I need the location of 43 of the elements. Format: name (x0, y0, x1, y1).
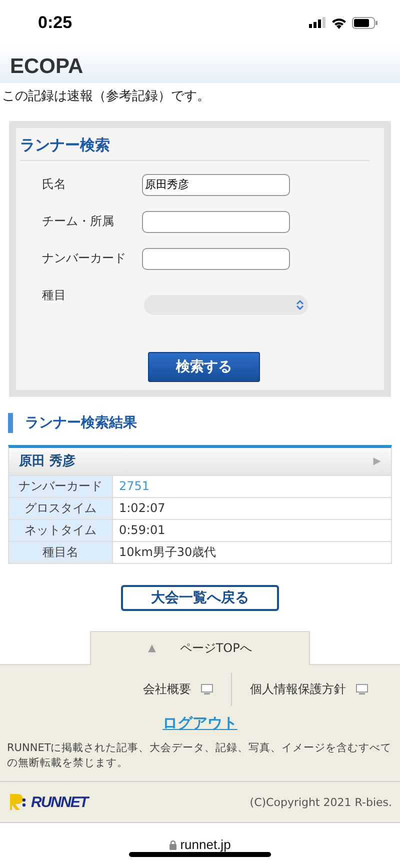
signal-icon (309, 17, 326, 28)
select-field[interactable] (144, 294, 308, 315)
page-top-tab[interactable]: ▲ ページTOPへ (90, 630, 310, 665)
wifi-icon (331, 16, 347, 28)
footer-link[interactable]: 会社概要 (125, 672, 231, 706)
lock-icon (169, 840, 178, 850)
copyright-notice: RUNNETに掲載された記事、大会データ、記録、写真、イメージを含むすべての無断転載を禁じます。 (6, 740, 393, 771)
logo-mark-icon (8, 792, 28, 812)
input-field[interactable] (142, 210, 290, 233)
search-title: ランナー検索 (20, 128, 370, 161)
runner-header[interactable]: 原田 秀彦 ▶ (9, 448, 391, 476)
table-header-cell: 種目名 (9, 542, 113, 563)
status-time: 0:25 (38, 12, 72, 32)
expand-icon: ▶ (373, 456, 381, 467)
select-arrows-icon (296, 300, 304, 310)
page-title: ECOPA (10, 54, 84, 79)
table-cell-text: 1:02:07 (118, 500, 166, 518)
field-label: 氏名 (42, 176, 67, 193)
monitor-icon (201, 684, 213, 695)
url-text[interactable]: runnet.jp (169, 837, 231, 852)
runner-name: 原田 秀彦 (19, 452, 76, 470)
field-label: ナンバーカード (42, 250, 127, 267)
heading-bar (8, 412, 13, 433)
up-icon: ▲ (148, 642, 156, 654)
table-cell-text: 0:59:01 (118, 522, 166, 540)
table-cell-text: 10km男子30歳代 (118, 544, 218, 561)
search-button[interactable]: 検索する (148, 352, 260, 382)
footer-link[interactable]: 個人情報保護方針 (231, 672, 386, 706)
results-title: ランナー検索結果 (25, 414, 137, 432)
input-field[interactable]: 原田秀彦 (142, 174, 290, 196)
field-label: 種目 (42, 286, 67, 304)
input-field[interactable] (142, 248, 290, 270)
table-header-cell: ネットタイム (9, 520, 113, 541)
field-label: チーム・所属 (42, 212, 115, 230)
monitor-icon (356, 684, 368, 695)
copyright-text: (C)Copyright 2021 R-bies. (250, 796, 392, 808)
page-top-label: ページTOPへ (180, 640, 252, 657)
table-header-cell: ナンバーカード (9, 476, 113, 497)
notice-text: この記録は速報（参考記録）です。 (1, 88, 211, 105)
battery-icon (352, 16, 378, 28)
table-header-cell: グロスタイム (9, 498, 113, 519)
back-button[interactable]: 大会一覧へ戻る (121, 584, 279, 611)
runnet-logo: RUNNET (8, 792, 88, 812)
